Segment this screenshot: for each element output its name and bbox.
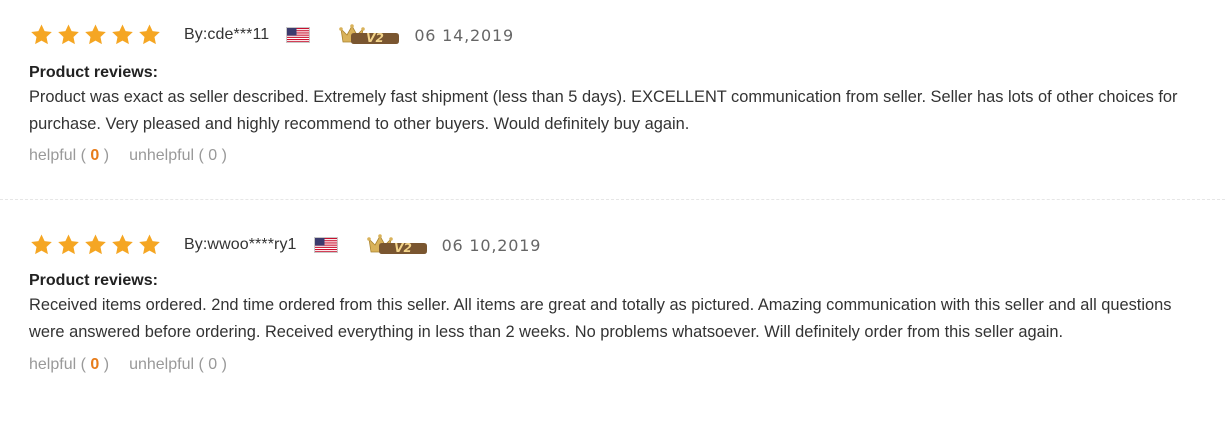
unhelpful-count: 0 [208, 356, 218, 373]
unhelpful-button[interactable]: unhelpful ( 0 ) [129, 147, 227, 165]
star-icon [137, 23, 162, 47]
helpful-label: helpful [29, 147, 77, 164]
helpful-close-paren: ) [103, 147, 110, 164]
unhelpful-close-paren: ) [221, 147, 227, 164]
reviewer-name: By:wwoo****ry1 [184, 236, 297, 253]
star-rating [29, 233, 167, 257]
review-meta: By:wwoo****ry1 V2 06 10,2019 [29, 200, 1205, 265]
review-date: 06 14,2019 [414, 25, 514, 45]
helpful-label: helpful [29, 356, 77, 373]
helpful-count: 0 [90, 147, 100, 164]
unhelpful-close-paren: ) [221, 356, 227, 373]
us-flag-icon [286, 27, 311, 43]
vote-controls: helpful ( 0 ) unhelpful ( 0 ) [29, 356, 1205, 374]
star-icon [56, 233, 81, 257]
star-icon [110, 233, 135, 257]
helpful-button[interactable]: helpful ( 0 ) [29, 147, 109, 165]
vip-level-badge-icon: V2 [338, 23, 400, 47]
vip-level-text: V2 [366, 31, 384, 45]
helpful-close-paren: ) [103, 356, 110, 373]
star-icon [56, 23, 81, 47]
star-icon [29, 233, 54, 257]
review-label: Product reviews: [29, 272, 158, 289]
vip-level-text: V2 [394, 241, 412, 255]
star-icon [83, 233, 108, 257]
unhelpful-open-paren: ( [198, 147, 204, 164]
helpful-open-paren: ( [80, 147, 86, 164]
helpful-open-paren: ( [80, 356, 86, 373]
review-date: 06 10,2019 [441, 235, 542, 255]
star-icon [29, 23, 54, 47]
helpful-count: 0 [90, 356, 100, 373]
review-item: By:cde***11 V2 06 14,2019 Product review… [0, 0, 1225, 200]
review-text: Received items ordered. 2nd time ordered… [29, 296, 1172, 341]
review-text: Product was exact as seller described. E… [29, 88, 1178, 133]
review-label: Product reviews: [29, 64, 158, 81]
vote-controls: helpful ( 0 ) unhelpful ( 0 ) [29, 147, 1205, 165]
unhelpful-label: unhelpful [129, 356, 195, 373]
unhelpful-label: unhelpful [129, 147, 195, 164]
helpful-button[interactable]: helpful ( 0 ) [29, 356, 109, 374]
reviewer-name: By:cde***11 [184, 26, 270, 43]
unhelpful-button[interactable]: unhelpful ( 0 ) [129, 356, 227, 374]
vip-level-badge-icon: V2 [366, 233, 428, 257]
star-icon [137, 233, 162, 257]
unhelpful-open-paren: ( [198, 356, 204, 373]
star-icon [110, 23, 135, 47]
star-rating [29, 23, 167, 47]
review-meta: By:cde***11 V2 06 14,2019 [29, 0, 1205, 55]
review-item: By:wwoo****ry1 V2 06 10,2019 Product rev… [0, 200, 1225, 432]
star-icon [83, 23, 108, 47]
unhelpful-count: 0 [208, 147, 218, 164]
us-flag-icon [313, 237, 338, 253]
